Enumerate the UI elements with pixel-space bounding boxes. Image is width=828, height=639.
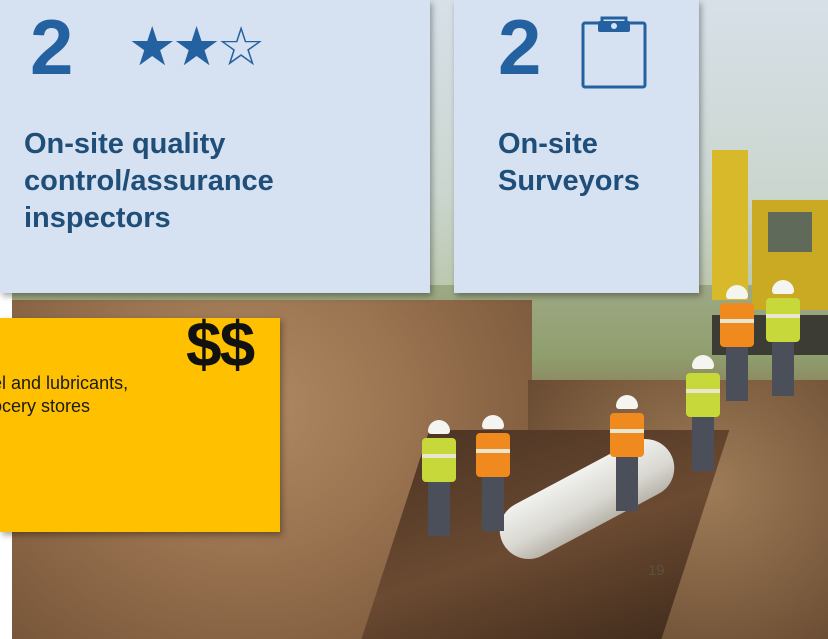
star-rating-icon: ★★☆ — [128, 15, 265, 78]
inspectors-label-line: control/assurance — [24, 164, 274, 197]
inspectors-stat-card: 2 ★★☆ On-site quality control/assurance … — [0, 0, 430, 293]
inspectors-label: On-site quality control/assurance inspec… — [24, 126, 404, 236]
photo-worker — [684, 355, 724, 475]
photo-worker — [764, 280, 804, 400]
photo-worker — [420, 420, 460, 540]
inspectors-count: 2 — [30, 3, 74, 91]
dollar-sign-icon: $$ — [186, 308, 255, 380]
surveyors-label: On-site Surveyors — [498, 126, 688, 200]
photo-worker — [474, 415, 514, 535]
surveyors-count: 2 — [498, 3, 542, 91]
clipboard-icon — [581, 16, 647, 89]
photo-worker — [608, 395, 648, 515]
photo-worker — [718, 285, 758, 405]
page-number: 19 — [648, 562, 665, 579]
callout-line: ocery stores — [0, 396, 91, 417]
surveyors-stat-card: 2 On-site Surveyors — [454, 0, 699, 293]
inspectors-label-line: inspectors — [24, 201, 171, 234]
surveyors-label-line: On-site — [498, 128, 598, 160]
inspectors-label-line: On-site quality — [24, 128, 226, 160]
surveyors-label-line: Surveyors — [498, 164, 640, 197]
